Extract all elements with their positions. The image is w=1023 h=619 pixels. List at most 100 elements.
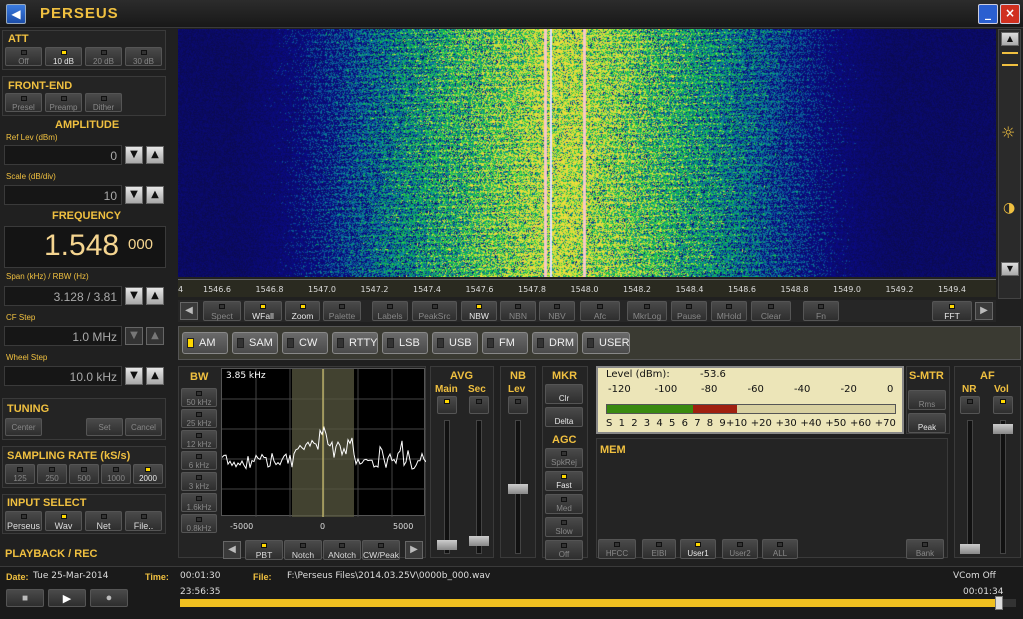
reflev-value[interactable]: 0 [4,145,122,165]
agc-fast-button[interactable]: Fast [545,471,583,491]
playback-progress-thumb[interactable] [995,596,1004,610]
side-up-button[interactable]: ▲ [1001,32,1019,46]
toolbar-afc-button[interactable]: Afc [580,301,620,321]
af-vol-toggle[interactable] [993,396,1013,414]
scale-value[interactable]: 10 [4,185,122,205]
filter-anotch-button[interactable]: ANotch [323,540,361,560]
filter-scope[interactable] [221,368,427,517]
bw-6-button[interactable]: 0.8kHz [181,514,217,533]
toolbar-peaksrc-button[interactable]: PeakSrc [412,301,457,321]
mem-all-button[interactable]: ALL [762,539,798,559]
back-arrow-icon[interactable]: ◀ [6,4,26,24]
toolbar-fft-button[interactable]: FFT [932,301,972,321]
af-vol-slider-track[interactable] [1000,420,1006,554]
sampling-2000-button[interactable]: 2000 [133,464,163,484]
filter-pbt-button[interactable]: PBT [245,540,283,560]
bw-0-button[interactable]: 50 kHz [181,388,217,407]
toolbar-right-button[interactable]: ▶ [975,302,993,320]
close-icon[interactable]: × [1000,4,1020,24]
toolbar-fn-button[interactable]: Fn [803,301,839,321]
att-3-button[interactable]: 30 dB [125,47,162,66]
mode-user-button[interactable]: USER [582,332,630,354]
input-3-button[interactable]: File.. [125,511,162,531]
avg-main-toggle[interactable] [437,396,457,414]
filter-left-button[interactable]: ◀ [223,541,241,559]
toolbar-nbw-button[interactable]: NBW [461,301,497,321]
filter-right-button[interactable]: ▶ [405,541,423,559]
avg-sec-slider-thumb[interactable] [469,536,489,546]
nb-slider-thumb[interactable] [508,484,528,494]
span-up-button[interactable]: ▲ [146,287,164,305]
toolbar-mhold-button[interactable]: MHold [711,301,747,321]
mode-am-button[interactable]: AM [182,332,228,354]
sampling-125-button[interactable]: 125 [5,464,35,484]
wheel-up-button[interactable]: ▲ [146,367,164,385]
mode-fm-button[interactable]: FM [482,332,528,354]
mode-sam-button[interactable]: SAM [232,332,278,354]
mem-eibi-button[interactable]: EIBI [642,539,676,559]
nb-toggle[interactable] [508,396,528,414]
wheel-value[interactable]: 10.0 kHz [4,366,122,386]
cfstep-down-button[interactable]: ▼ [125,327,143,345]
mkr-clr-button[interactable]: Clr [545,384,583,404]
brightness-icon[interactable]: ☼ [1001,123,1015,142]
att-2-button[interactable]: 20 dB [85,47,122,66]
agc-slow-button[interactable]: Slow [545,517,583,537]
reflev-down-button[interactable]: ▼ [125,146,143,164]
toolbar-palette-button[interactable]: Palette [323,301,361,321]
af-vol-slider-thumb[interactable] [993,424,1013,434]
toolbar-nbn-button[interactable]: NBN [500,301,536,321]
toolbar-spect-button[interactable]: Spect [203,301,241,321]
frontend-0-button[interactable]: Presel [5,93,42,112]
waterfall-display[interactable] [178,29,996,277]
mode-usb-button[interactable]: USB [432,332,478,354]
agc-spkrej-button[interactable]: SpkRej [545,448,583,468]
bw-3-button[interactable]: 6 kHz [181,451,217,470]
mode-lsb-button[interactable]: LSB [382,332,428,354]
smtr-peak-button[interactable]: Peak [908,413,946,433]
mem-user2-button[interactable]: User2 [722,539,758,559]
frontend-1-button[interactable]: Preamp [45,93,82,112]
avg-main-slider-track[interactable] [444,420,450,554]
af-nr-slider-track[interactable] [967,420,973,554]
scale-down-button[interactable]: ▼ [125,186,143,204]
play-button[interactable]: ▶ [48,589,86,607]
af-nr-slider-thumb[interactable] [960,544,980,554]
att-1-button[interactable]: 10 dB [45,47,82,66]
sampling-500-button[interactable]: 500 [69,464,99,484]
agc-off-button[interactable]: Off [545,540,583,560]
input-1-button[interactable]: Wav [45,511,82,531]
record-button[interactable]: ● [90,589,128,607]
avg-sec-slider-track[interactable] [476,420,482,554]
cfstep-value[interactable]: 1.0 MHz [4,326,122,346]
toolbar-mkrlog-button[interactable]: MkrLog [627,301,667,321]
bw-4-button[interactable]: 3 kHz [181,472,217,491]
mkr-delta-button[interactable]: Delta [545,407,583,427]
toolbar-labels-button[interactable]: Labels [372,301,408,321]
side-down-button[interactable]: ▼ [1001,262,1019,276]
scale-up-button[interactable]: ▲ [146,186,164,204]
agc-med-button[interactable]: Med [545,494,583,514]
smtr-rms-button[interactable]: Rms [908,390,946,410]
toolbar-left-button[interactable]: ◀ [180,302,198,320]
minimize-icon[interactable]: _ [978,4,998,24]
toolbar-zoom-button[interactable]: Zoom [285,301,320,321]
cfstep-up-button[interactable]: ▲ [146,327,164,345]
avg-main-slider-thumb[interactable] [437,540,457,550]
mem-hfcc-button[interactable]: HFCC [598,539,636,559]
filter-cw-peak-button[interactable]: CW/Peak [362,540,400,560]
span-value[interactable]: 3.128 / 3.81 [4,286,122,306]
bw-1-button[interactable]: 25 kHz [181,409,217,428]
tuning-cancel-button[interactable]: Cancel [125,418,162,436]
att-0-button[interactable]: Off [5,47,42,66]
contrast-icon[interactable]: ◑ [1003,200,1015,216]
sampling-250-button[interactable]: 250 [37,464,67,484]
mode-rtty-button[interactable]: RTTY [332,332,378,354]
tuning-center-button[interactable]: Center [5,418,42,436]
toolbar-nbv-button[interactable]: NBV [539,301,575,321]
span-down-button[interactable]: ▼ [125,287,143,305]
bw-5-button[interactable]: 1.6kHz [181,493,217,512]
mem-bank-button[interactable]: Bank [906,539,944,559]
mode-cw-button[interactable]: CW [282,332,328,354]
toolbar-wfall-button[interactable]: WFall [244,301,282,321]
